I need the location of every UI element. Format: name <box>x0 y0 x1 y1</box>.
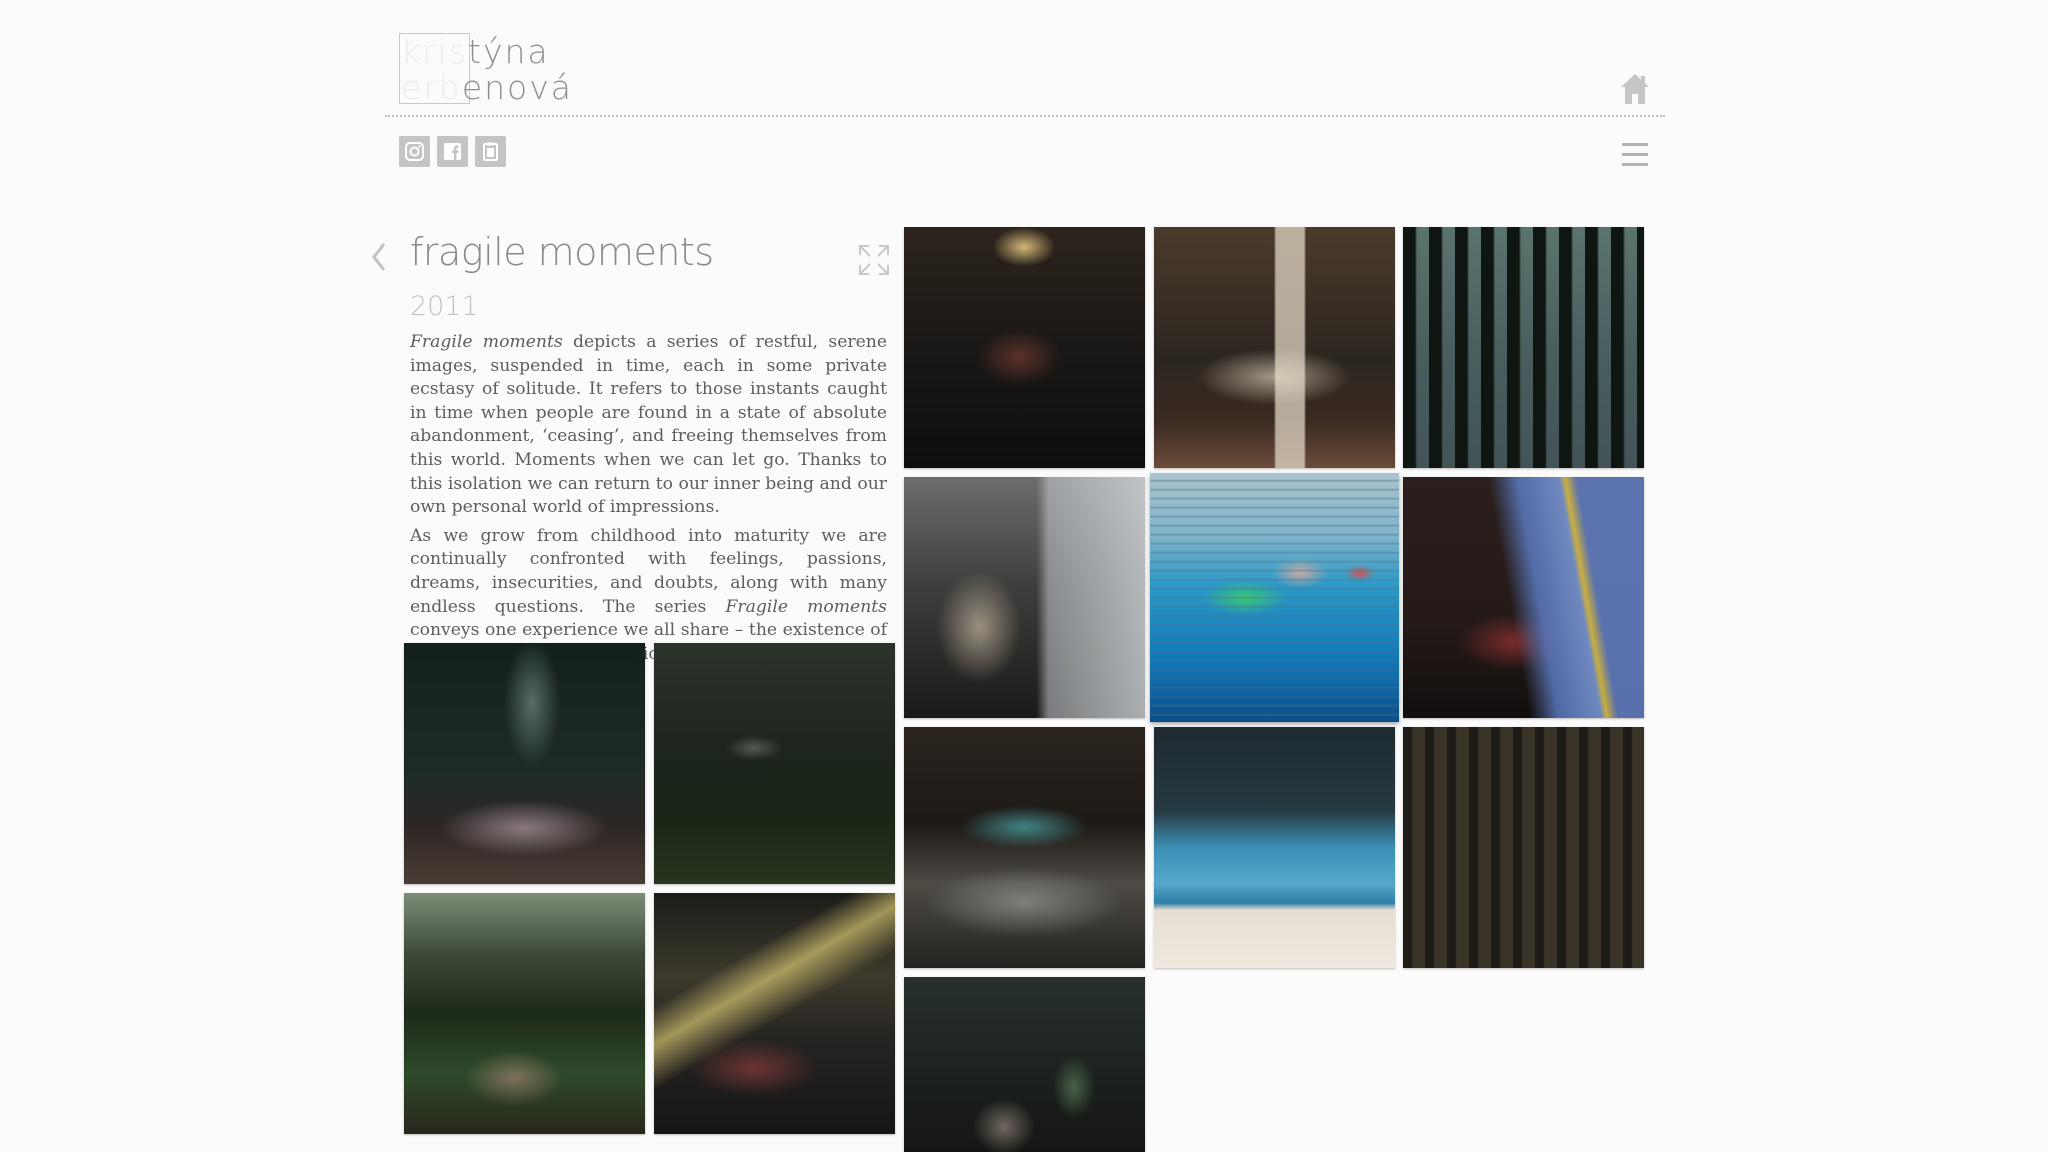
photo-thumbnail[interactable] <box>1403 227 1644 468</box>
logo-text-2: enová <box>461 68 573 107</box>
logo-line-2: erbenová <box>401 70 573 106</box>
photo-thumbnail[interactable] <box>904 977 1145 1152</box>
project-title: fragile moments <box>410 230 714 274</box>
header-divider <box>385 115 1665 117</box>
series-name: Fragile moments <box>725 596 888 617</box>
photo-thumbnail[interactable] <box>1154 727 1395 968</box>
photo-thumbnail[interactable] <box>654 893 895 1134</box>
photo-thumbnail[interactable] <box>1403 727 1644 968</box>
facebook-icon[interactable] <box>437 136 468 167</box>
logo-text-1: týna <box>468 32 550 71</box>
photo-thumbnail[interactable] <box>904 227 1145 468</box>
photo-thumbnail[interactable] <box>404 643 645 884</box>
project-description: Fragile moments depicts a series of rest… <box>410 331 887 671</box>
expand-icon[interactable] <box>858 244 890 276</box>
photo-thumbnail[interactable] <box>1154 227 1395 468</box>
photo-thumbnail[interactable] <box>654 643 895 884</box>
photo-thumbnail[interactable] <box>404 893 645 1134</box>
photo-thumbnail[interactable] <box>1150 473 1399 722</box>
chevron-left-icon[interactable] <box>369 240 391 274</box>
site-logo[interactable]: kristýna erbenová <box>399 33 779 106</box>
clipboard-icon[interactable] <box>475 136 506 167</box>
description-paragraph-1: Fragile moments depicts a series of rest… <box>410 332 887 518</box>
hamburger-menu-icon[interactable] <box>1622 143 1648 167</box>
logo-line-1: kristýna <box>401 34 550 70</box>
logo-boxed-text-2: erb <box>401 68 462 107</box>
photo-thumbnail[interactable] <box>1403 477 1644 718</box>
instagram-icon[interactable] <box>399 136 430 167</box>
logo-boxed-text-1: kris <box>401 32 469 71</box>
home-icon[interactable] <box>1620 72 1650 106</box>
project-year: 2011 <box>410 291 479 322</box>
photo-thumbnail[interactable] <box>904 477 1145 718</box>
photo-thumbnail[interactable] <box>904 727 1145 968</box>
series-name: Fragile moments <box>410 332 563 352</box>
